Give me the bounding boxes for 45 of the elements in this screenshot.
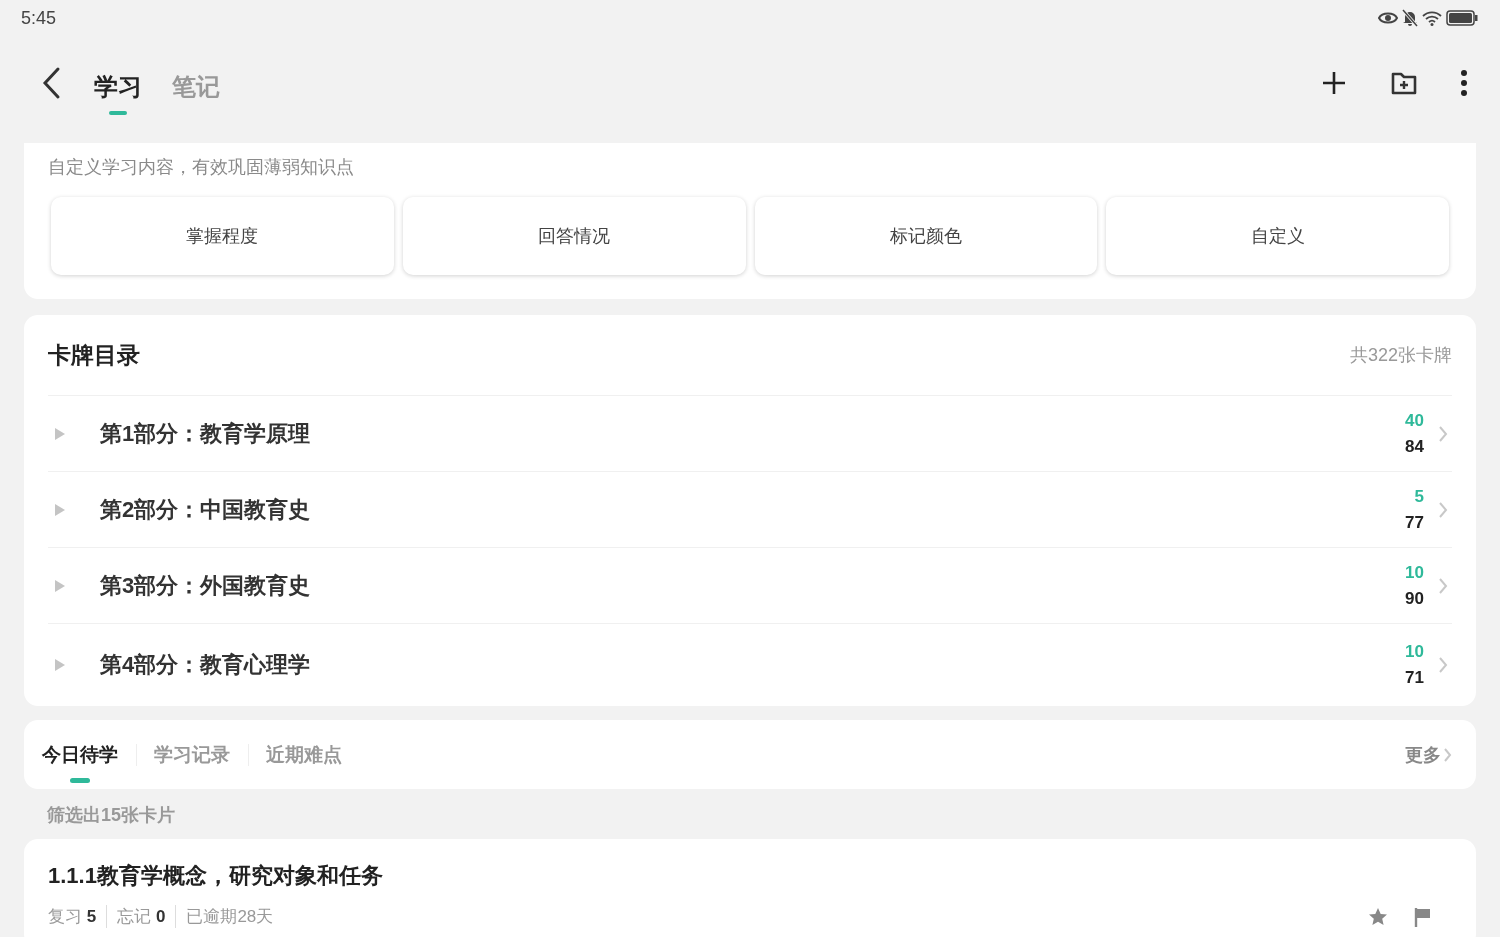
deck-section-title[interactable]: 第2部分：中国教育史 — [100, 494, 1406, 525]
filter-option[interactable]: 回答情况 — [402, 197, 746, 275]
expand-triangle-icon[interactable] — [54, 426, 66, 441]
wifi-icon — [1422, 10, 1442, 26]
card-count: 84 — [1405, 436, 1424, 457]
expand-triangle-icon[interactable] — [54, 658, 66, 672]
chevron-right-icon — [1443, 746, 1452, 763]
filter-option[interactable]: 标记颜色 — [754, 197, 1098, 275]
study-tab[interactable]: 今日待学 — [42, 720, 136, 789]
panel-description: 自定义学习内容，有效巩固薄弱知识点 — [48, 156, 355, 179]
due-count: 5 — [1414, 486, 1424, 507]
muted-bell-icon — [1402, 9, 1418, 27]
expand-triangle-icon[interactable] — [54, 578, 66, 593]
card-stat: 已逾期28天 — [175, 905, 284, 928]
due-count: 40 — [1405, 410, 1424, 431]
filter-result: 筛选出15张卡片 — [46, 804, 177, 827]
flag-icon[interactable] — [1414, 906, 1432, 927]
deck-section-title[interactable]: 第3部分：外国教育史 — [100, 570, 1406, 601]
chevron-right-icon[interactable] — [1438, 576, 1448, 595]
deck-section-title[interactable]: 第4部分：教育心理学 — [100, 650, 1406, 680]
study-card[interactable]: 1.1.1教育学概念，研究对象和任务 复习 5 忘记 0 已逾期28天 — [24, 839, 1476, 937]
due-count: 10 — [1405, 562, 1424, 583]
expand-triangle-icon[interactable] — [54, 502, 66, 517]
chevron-right-icon[interactable] — [1438, 500, 1448, 519]
battery-icon — [1446, 10, 1478, 26]
card-stat: 复习 5 — [48, 906, 98, 928]
filter-option[interactable]: 掌握程度 — [51, 197, 394, 275]
chevron-right-icon[interactable] — [1438, 656, 1448, 674]
deck-section-title[interactable]: 第1部分：教育学原理 — [100, 418, 1406, 449]
eye-icon — [1378, 11, 1398, 25]
more-icon[interactable] — [1460, 68, 1468, 97]
card-count: 90 — [1405, 588, 1424, 609]
more-link[interactable]: 更多 — [1399, 741, 1458, 768]
status-time: 5:45 — [21, 7, 57, 29]
card-title: 1.1.1教育学概念，研究对象和任务 — [48, 862, 384, 890]
page-tab[interactable]: 学习 — [94, 60, 142, 115]
section-title: 卡牌目录 — [48, 340, 140, 370]
card-total: 共322张卡牌 — [1349, 344, 1452, 367]
card-count: 71 — [1405, 668, 1424, 688]
chevron-right-icon[interactable] — [1438, 424, 1448, 443]
due-count: 10 — [1405, 642, 1424, 662]
card-stat: 忘记 0 — [106, 905, 176, 928]
star-icon[interactable] — [1368, 906, 1388, 927]
filter-option[interactable]: 自定义 — [1106, 197, 1449, 275]
card-count: 77 — [1405, 512, 1424, 533]
